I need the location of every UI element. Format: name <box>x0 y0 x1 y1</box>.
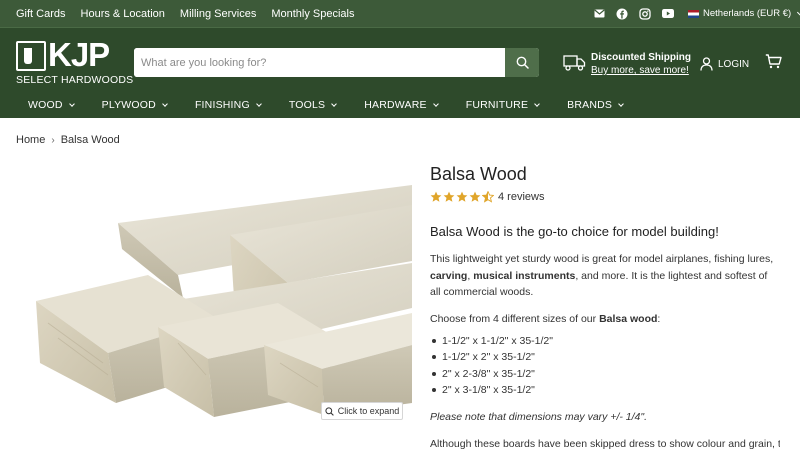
desc-bold-instruments: musical instruments <box>473 269 576 282</box>
chevron-down-icon <box>618 100 624 107</box>
instagram-icon[interactable] <box>639 7 651 20</box>
star-icon <box>430 191 442 202</box>
utility-link-milling-services[interactable]: Milling Services <box>180 8 256 20</box>
logo-letters: KJP <box>48 36 110 73</box>
search-icon <box>516 56 529 69</box>
facebook-icon[interactable] <box>616 8 628 20</box>
nav-item-brands[interactable]: BRANDS <box>567 99 624 111</box>
half-star-icon <box>482 191 494 203</box>
nav-label: BRANDS <box>567 99 613 111</box>
nav-item-wood[interactable]: WOOD <box>28 99 75 111</box>
cart-icon <box>765 54 782 69</box>
sizes-intro-bold: Balsa wood <box>599 312 658 325</box>
description-continued: Although these boards have been skipped … <box>430 437 780 450</box>
product-image[interactable] <box>18 163 412 425</box>
user-icon <box>700 57 713 71</box>
nav-label: PLYWOOD <box>101 99 156 111</box>
utility-bar: Gift Cards Hours & Location Milling Serv… <box>0 0 800 27</box>
chevron-down-icon <box>162 100 168 107</box>
star-icon <box>469 191 481 202</box>
shipping-link[interactable]: Buy more, save more! <box>591 65 689 76</box>
main-navigation: WOOD PLYWOOD FINISHING TOOLS HARDWARE FU… <box>0 92 800 118</box>
sizes-intro-end: : <box>657 312 661 325</box>
logo-subtitle: SELECT HARDWOODS <box>16 74 134 86</box>
chevron-down-icon <box>534 100 541 107</box>
sizes-list: 1-1/2" x 1-1/2" x 35-1/2" 1-1/2" x 2" x … <box>430 333 780 399</box>
desc-bold-carving: carving <box>430 269 468 282</box>
product-title: Balsa Wood <box>430 164 527 184</box>
review-count[interactable]: 4 reviews <box>498 191 544 203</box>
truck-icon <box>563 55 586 71</box>
social-links <box>593 0 674 27</box>
utility-link-monthly-specials[interactable]: Monthly Specials <box>271 8 354 20</box>
netherlands-flag-icon <box>688 9 699 18</box>
nav-label: HARDWARE <box>364 99 427 111</box>
site-header: KJP SELECT HARDWOODS Discounted Shipping… <box>0 27 800 92</box>
search-button[interactable] <box>505 48 539 77</box>
expand-label: Click to expand <box>337 406 400 416</box>
nav-item-tools[interactable]: TOOLS <box>288 99 338 111</box>
product-rating[interactable]: 4 reviews <box>430 191 780 203</box>
nav-item-finishing[interactable]: FINISHING <box>194 99 262 111</box>
zoom-icon <box>325 406 334 416</box>
product-headline: Balsa Wood is the go-to choice for model… <box>430 224 719 239</box>
star-icon <box>443 191 455 202</box>
login-label: LOGIN <box>718 58 750 70</box>
search-input[interactable] <box>134 48 505 77</box>
login-button[interactable]: LOGIN <box>700 56 749 72</box>
product-info: Balsa Wood 4 reviews Balsa Wood is the g… <box>430 163 780 450</box>
sizes-intro-text: Choose from 4 different sizes of our <box>430 312 600 325</box>
utility-link-hours-location[interactable]: Hours & Location <box>81 8 165 20</box>
logo-mark-icon <box>16 41 46 71</box>
list-item: 1-1/2" x 1-1/2" x 35-1/2" <box>430 333 780 350</box>
nav-item-furniture[interactable]: FURNITURE <box>465 99 541 111</box>
product-description: This lightweight yet sturdy wood is grea… <box>430 251 780 301</box>
list-item: 2" x 3-1/8" x 35-1/2" <box>430 382 780 399</box>
nav-item-plywood[interactable]: PLYWOOD <box>101 99 168 111</box>
utility-link-gift-cards[interactable]: Gift Cards <box>16 8 66 20</box>
shipping-title: Discounted Shipping <box>591 52 691 63</box>
kjp-logo[interactable]: KJP SELECT HARDWOODS <box>16 37 133 86</box>
nav-label: WOOD <box>28 99 63 111</box>
breadcrumb-home[interactable]: Home <box>16 134 45 146</box>
chevron-down-icon <box>331 100 338 107</box>
sizes-intro: Choose from 4 different sizes of our Bal… <box>430 311 780 327</box>
locale-label: Netherlands (EUR €) <box>703 8 792 19</box>
nav-label: FURNITURE <box>465 99 529 111</box>
list-item: 1-1/2" x 2" x 35-1/2" <box>430 349 780 366</box>
breadcrumb: Home › Balsa Wood <box>16 134 120 146</box>
chevron-down-icon <box>432 100 439 107</box>
star-rating <box>430 191 494 203</box>
chevron-right-icon: › <box>51 134 55 146</box>
nav-label: TOOLS <box>288 99 326 111</box>
email-icon[interactable] <box>593 8 605 20</box>
chevron-down-icon <box>255 100 262 107</box>
list-item: 2" x 2-3/8" x 35-1/2" <box>430 366 780 383</box>
chevron-down-icon <box>68 100 75 107</box>
breadcrumb-current: Balsa Wood <box>60 134 120 146</box>
search-bar <box>134 48 539 77</box>
youtube-icon[interactable] <box>662 8 674 20</box>
dimension-note: Please note that dimensions may vary +/-… <box>430 410 648 423</box>
nav-label: FINISHING <box>194 99 250 111</box>
cart-button[interactable] <box>765 54 782 74</box>
desc-text: This lightweight yet sturdy wood is grea… <box>430 253 774 265</box>
shipping-promo: Discounted Shipping Buy more, save more! <box>563 52 691 78</box>
star-icon <box>456 191 468 202</box>
locale-selector[interactable]: Netherlands (EUR €) <box>688 0 800 27</box>
balsa-blocks-illustration <box>36 185 412 417</box>
nav-item-hardware[interactable]: HARDWARE <box>364 99 439 111</box>
click-to-expand-button[interactable]: Click to expand <box>321 402 403 420</box>
utility-links: Gift Cards Hours & Location Milling Serv… <box>16 0 354 27</box>
